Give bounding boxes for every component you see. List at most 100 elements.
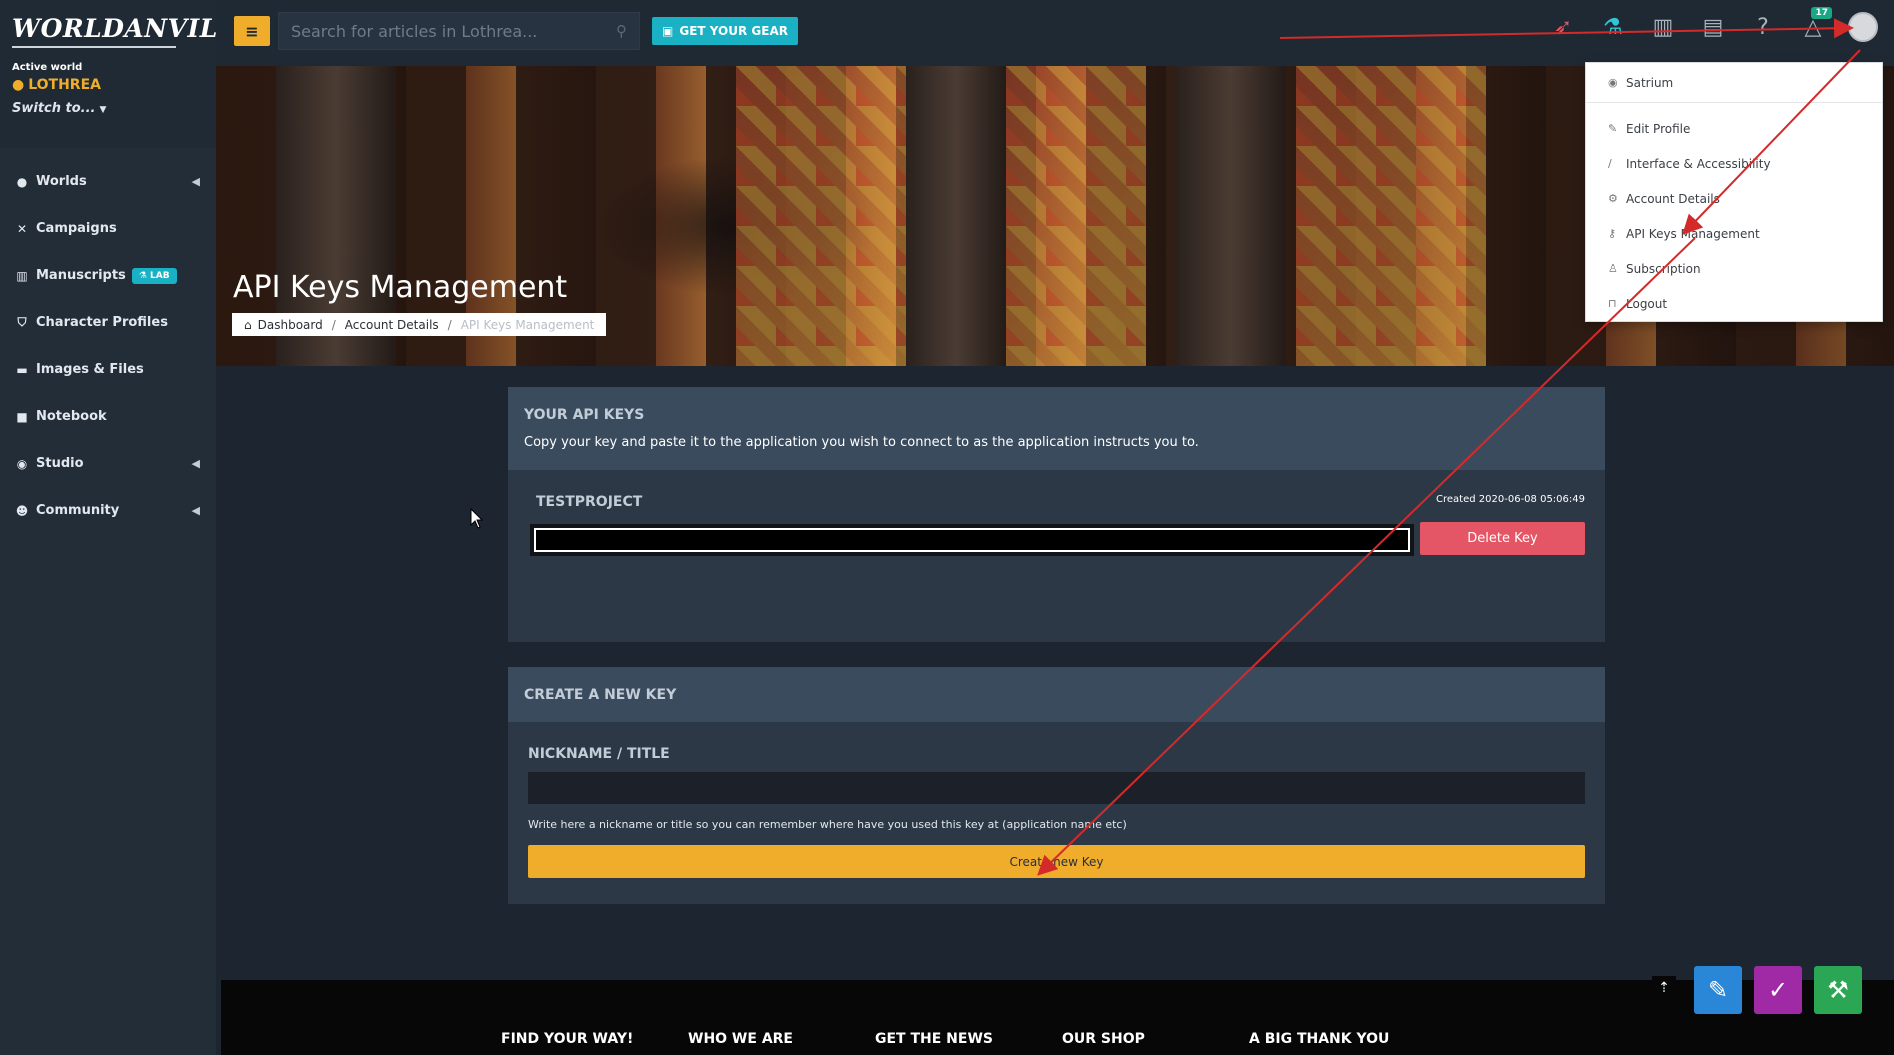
worldanvil-logo[interactable]: WORLDANVIL — [12, 14, 217, 43]
quill-icon: ✎ — [1707, 976, 1729, 1004]
dropdown-item-label: Interface & Accessibility — [1626, 156, 1771, 171]
footer-link-our-shop[interactable]: OUR SHOP — [1062, 1031, 1249, 1047]
dropdown-item-interface[interactable]: ∕ Interface & Accessibility — [1586, 146, 1882, 181]
delete-key-button[interactable]: Delete Key — [1420, 522, 1585, 555]
api-key-row: TESTPROJECT Created 2020-06-08 05:06:49 … — [508, 470, 1605, 634]
switch-to-label: Switch to... — [12, 101, 96, 116]
dropdown-item-api-keys[interactable]: ⚷ API Keys Management — [1586, 216, 1882, 251]
api-key-field[interactable] — [534, 528, 1410, 552]
breadcrumb-dashboard[interactable]: Dashboard — [258, 318, 323, 332]
footer: FIND YOUR WAY! WHO WE ARE GET THE NEWS O… — [221, 980, 1894, 1055]
logo-underline — [12, 46, 176, 48]
sidebar-item-manuscripts[interactable]: ▥ Manuscripts ⚗ LAB — [0, 252, 216, 299]
gear-icon: ⚙ — [1608, 192, 1618, 205]
create-key-form: NICKNAME / TITLE Write here a nickname o… — [508, 722, 1605, 898]
shield-icon: ⛉ — [17, 315, 27, 329]
api-keys-card: YOUR API KEYS Copy your key and paste it… — [508, 387, 1605, 642]
hammer-icon: ⚒ — [1827, 976, 1849, 1004]
dropdown-item-label: Edit Profile — [1626, 121, 1691, 136]
search-box: ⚲ — [278, 12, 640, 50]
footer-link-get-the-news[interactable]: GET THE NEWS — [875, 1031, 1062, 1047]
world-name-text: LOTHREA — [28, 77, 101, 93]
globe-icon: ● — [16, 174, 28, 189]
sidebar: WORLDANVIL Active world ● LOTHREA Switch… — [0, 0, 217, 1055]
chat-icon[interactable]: ▤ — [1698, 12, 1728, 42]
create-key-card: CREATE A NEW KEY NICKNAME / TITLE Write … — [508, 667, 1605, 904]
sidebar-item-label: Campaigns — [36, 221, 117, 236]
footer-links: FIND YOUR WAY! WHO WE ARE GET THE NEWS O… — [501, 1031, 1436, 1047]
active-world-label: Active world — [12, 62, 83, 73]
notification-count: 17 — [1811, 7, 1832, 19]
book-icon: ■ — [16, 409, 28, 424]
banner-stained-glass — [736, 66, 906, 366]
person-icon: ♙ — [1608, 262, 1618, 275]
sidebar-item-character-profiles[interactable]: ⛉ Character Profiles — [0, 299, 216, 346]
switch-world-dropdown[interactable]: Switch to... ▼ — [12, 101, 204, 116]
dropdown-item-edit-profile[interactable]: ✎ Edit Profile — [1586, 111, 1882, 146]
lab-badge: ⚗ LAB — [131, 267, 177, 284]
api-keys-title: YOUR API KEYS — [524, 407, 645, 423]
sidebar-header: WORLDANVIL Active world ● LOTHREA Switch… — [0, 0, 217, 148]
quick-build-button[interactable]: ⚒ — [1814, 966, 1862, 1014]
bow-arrow-icon[interactable]: ➶ — [1548, 12, 1578, 42]
chevron-left-icon: ◀ — [191, 457, 200, 470]
api-keys-description: Copy your key and paste it to the applic… — [524, 435, 1199, 450]
search-input[interactable] — [291, 21, 591, 41]
nickname-help-text: Write here a nickname or title so you ca… — [528, 818, 1127, 831]
caret-down-icon: ▼ — [99, 105, 107, 115]
dropdown-item-logout[interactable]: ⊓ Logout — [1586, 286, 1882, 321]
bookshelf-icon[interactable]: ▥ — [1648, 12, 1678, 42]
create-new-key-button[interactable]: Create new Key — [528, 845, 1585, 878]
folder-icon: ▬ — [16, 362, 28, 377]
hamburger-menu-button[interactable]: ≡ — [234, 16, 270, 46]
avatar[interactable] — [1848, 12, 1878, 42]
world-icon: ● — [12, 77, 25, 93]
breadcrumb-account-details[interactable]: Account Details — [345, 318, 439, 332]
lab-badge-text: LAB — [150, 270, 170, 281]
dropdown-item-label: API Keys Management — [1626, 226, 1760, 241]
create-key-header: CREATE A NEW KEY — [508, 667, 1605, 722]
books-icon: ▥ — [16, 268, 28, 283]
banner-stained-glass — [1006, 66, 1146, 366]
dropdown-item-label: Subscription — [1626, 261, 1701, 276]
footer-link-find-your-way[interactable]: FIND YOUR WAY! — [501, 1031, 688, 1047]
user-dropdown-menu: ◉ Satrium ✎ Edit Profile ∕ Interface & A… — [1585, 62, 1883, 322]
top-bar: ≡ ⚲ ▣ GET YOUR GEAR ➶ ⚗ ▥ ▤ ? △17 — [216, 0, 1894, 66]
home-icon: ⌂ — [244, 317, 252, 332]
dropdown-item-label: Account Details — [1626, 191, 1720, 206]
sidebar-item-label: Notebook — [36, 409, 107, 424]
sidebar-item-label: Images & Files — [36, 362, 144, 377]
scroll-to-top-button[interactable]: ⇡ — [1652, 976, 1676, 1000]
dropdown-item-account-details[interactable]: ⚙ Account Details — [1586, 181, 1882, 216]
active-world-name[interactable]: ● LOTHREA — [12, 77, 204, 93]
quick-template-button[interactable]: ✓ — [1754, 966, 1802, 1014]
footer-link-who-we-are[interactable]: WHO WE ARE — [688, 1031, 875, 1047]
page-title: API Keys Management — [233, 270, 568, 305]
sidebar-item-images-files[interactable]: ▬ Images & Files — [0, 346, 216, 393]
sidebar-item-label: Worlds — [36, 174, 87, 189]
dropdown-item-label: Satrium — [1626, 75, 1674, 90]
nickname-input[interactable] — [528, 772, 1585, 804]
banner-pillar — [1176, 66, 1286, 366]
quick-article-button[interactable]: ✎ — [1694, 966, 1742, 1014]
sidebar-item-studio[interactable]: ◉ Studio ◀ — [0, 440, 216, 487]
hamburger-icon: ≡ — [245, 21, 259, 41]
quick-create-buttons: ✎ ✓ ⚒ — [1694, 966, 1862, 1014]
flask-icon[interactable]: ⚗ — [1598, 12, 1628, 42]
get-your-gear-button[interactable]: ▣ GET YOUR GEAR — [652, 17, 798, 45]
sidebar-item-campaigns[interactable]: ✕ Campaigns — [0, 205, 216, 252]
search-icon[interactable]: ⚲ — [616, 22, 627, 40]
sidebar-nav: ● Worlds ◀ ✕ Campaigns ▥ Manuscripts ⚗ L… — [0, 158, 216, 534]
footer-link-thank-you[interactable]: A BIG THANK YOU — [1249, 1031, 1436, 1047]
chevron-left-icon: ◀ — [191, 175, 200, 188]
help-icon[interactable]: ? — [1748, 12, 1778, 42]
dropdown-item-satrium[interactable]: ◉ Satrium — [1586, 63, 1882, 103]
arrow-up-icon: ⇡ — [1658, 980, 1670, 996]
bell-icon[interactable]: △ 17 — [1798, 7, 1832, 42]
mouse-cursor-icon — [470, 508, 484, 529]
sidebar-item-community[interactable]: ☻ Community ◀ — [0, 487, 216, 534]
sidebar-item-notebook[interactable]: ■ Notebook — [0, 393, 216, 440]
dropdown-item-subscription[interactable]: ♙ Subscription — [1586, 251, 1882, 286]
sidebar-item-worlds[interactable]: ● Worlds ◀ — [0, 158, 216, 205]
lock-icon: ⊓ — [1608, 297, 1617, 310]
